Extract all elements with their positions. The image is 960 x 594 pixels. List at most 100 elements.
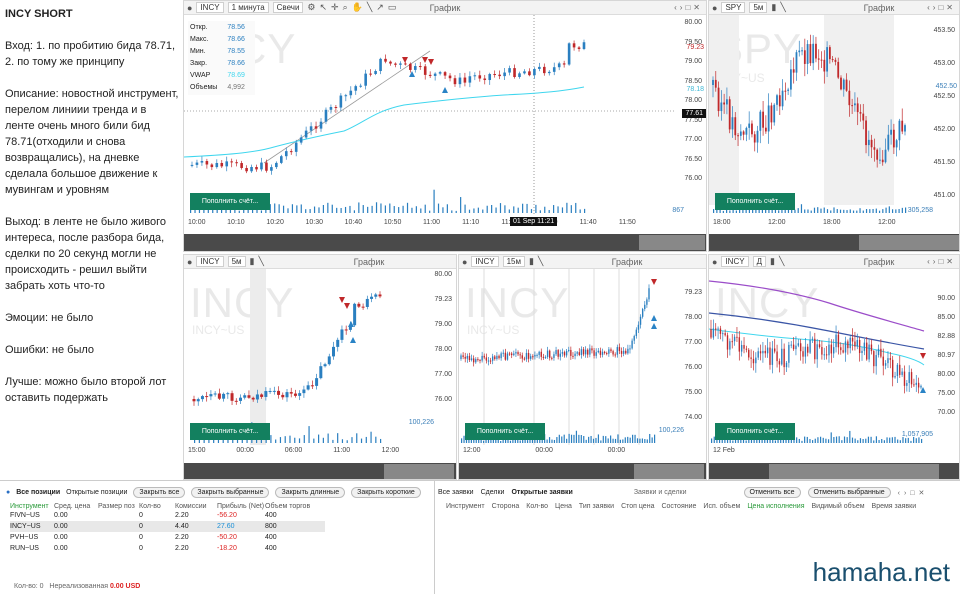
- line-icon[interactable]: ╲: [258, 256, 263, 267]
- line-icon[interactable]: ╲: [367, 2, 372, 13]
- window-controls-icon[interactable]: ‹›□✕: [927, 257, 956, 266]
- symbol-select[interactable]: INCY: [196, 256, 224, 267]
- column-header[interactable]: Прибыль (Net): [217, 503, 265, 510]
- volume-bar: [627, 436, 629, 443]
- column-header[interactable]: Стоп цена: [621, 503, 654, 510]
- link-icon[interactable]: ●: [187, 257, 192, 267]
- column-header[interactable]: Цена: [555, 503, 572, 510]
- spy-chart-svg[interactable]: [709, 15, 929, 215]
- candle: [544, 356, 547, 358]
- interval-select[interactable]: 5м: [227, 256, 246, 267]
- fund-account-button[interactable]: Пополнить счёт...: [715, 193, 795, 210]
- interval-select[interactable]: 1 минута: [227, 2, 269, 13]
- chart-type-select[interactable]: Свечи: [272, 2, 304, 13]
- column-header[interactable]: Исп. объем: [703, 503, 740, 510]
- tab-open-orders[interactable]: Открытые заявки: [511, 489, 572, 496]
- column-header[interactable]: Цена исполнения: [747, 503, 804, 510]
- arrow-icon[interactable]: ↗: [376, 2, 384, 13]
- cancel-selected-button[interactable]: Отменить выбранные: [807, 487, 891, 498]
- candle: [523, 71, 526, 74]
- close-selected-button[interactable]: Закрыть выбранные: [191, 487, 270, 498]
- window-controls-icon[interactable]: ‹›□✕: [927, 3, 956, 12]
- interval-select[interactable]: 15м: [502, 256, 525, 267]
- fund-account-button[interactable]: Пополнить счёт...: [190, 423, 270, 440]
- scrollbar[interactable]: [184, 463, 456, 479]
- line-icon[interactable]: ╲: [538, 256, 543, 267]
- close-long-button[interactable]: Закрыть длинные: [275, 487, 346, 498]
- scrollbar[interactable]: [709, 234, 959, 251]
- column-header[interactable]: Объем торгов: [265, 503, 325, 510]
- volume-bar: [854, 438, 856, 443]
- crosshair-icon[interactable]: ✛: [331, 2, 339, 13]
- scroll-thumb[interactable]: [634, 464, 704, 479]
- fund-account-button[interactable]: Пополнить счёт...: [190, 193, 270, 210]
- fund-account-button[interactable]: Пополнить счёт...: [465, 423, 545, 440]
- incy5-chart-svg[interactable]: [184, 269, 426, 445]
- symbol-select[interactable]: INCY: [471, 256, 499, 267]
- interval-select[interactable]: Д: [752, 256, 766, 267]
- indicators-icon[interactable]: ⚙: [307, 2, 315, 13]
- column-header[interactable]: Кол-во: [139, 503, 175, 510]
- column-header[interactable]: Сторона: [492, 503, 520, 510]
- candles-icon[interactable]: ▮: [770, 256, 775, 267]
- candles-icon[interactable]: ▮: [250, 256, 255, 267]
- candle: [751, 123, 753, 135]
- column-header[interactable]: Время заявки: [872, 503, 917, 510]
- close-all-button[interactable]: Закрыть все: [133, 487, 186, 498]
- column-header[interactable]: Размер поз: [98, 503, 139, 510]
- column-header[interactable]: Инструмент: [10, 503, 54, 510]
- candle: [240, 163, 243, 168]
- close-short-button[interactable]: Закрыть короткие: [351, 487, 421, 498]
- candles-icon[interactable]: ▮: [771, 2, 776, 13]
- column-header[interactable]: Тип заявки: [579, 503, 614, 510]
- scroll-thumb[interactable]: [384, 464, 454, 479]
- tab-all-positions[interactable]: Все позиции: [16, 489, 60, 496]
- line-icon[interactable]: ╲: [780, 2, 785, 13]
- tab-open-positions[interactable]: Открытые позиции: [66, 489, 127, 496]
- scrollbar[interactable]: [184, 234, 706, 251]
- window-controls-icon[interactable]: ‹›□✕: [674, 3, 703, 12]
- column-header[interactable]: Инструмент: [446, 503, 485, 510]
- volume-bar: [595, 437, 597, 443]
- symbol-select[interactable]: INCY: [196, 2, 224, 13]
- table-row[interactable]: INCY~US 0.00 0 4.40 27.60 800: [10, 521, 325, 532]
- incyd-chart-svg[interactable]: [709, 269, 929, 445]
- scrollbar[interactable]: [459, 463, 706, 479]
- table-row[interactable]: PVH~US 0.00 0 2.20 -50.20 400: [10, 532, 325, 543]
- window-controls-icon[interactable]: ‹›□✕: [898, 489, 929, 497]
- column-header[interactable]: Сред. цена: [54, 503, 98, 510]
- symbol-select[interactable]: SPY: [721, 2, 746, 13]
- column-header[interactable]: Состояние: [661, 503, 696, 510]
- interval-select[interactable]: 5м: [749, 2, 768, 13]
- scroll-thumb[interactable]: [639, 235, 705, 250]
- zoom-icon[interactable]: ⌕: [343, 2, 348, 13]
- hand-icon[interactable]: ✋: [352, 2, 363, 13]
- scrollbar[interactable]: [709, 463, 959, 479]
- scroll-thumb[interactable]: [859, 235, 959, 250]
- link-icon[interactable]: ●: [462, 257, 467, 267]
- column-header[interactable]: Видимый объем: [812, 503, 865, 510]
- column-header[interactable]: Комиссии: [175, 503, 217, 510]
- link-icon[interactable]: ●: [712, 257, 717, 267]
- volume-bar: [289, 435, 291, 443]
- tab-trades[interactable]: Сделки: [481, 489, 505, 496]
- link-icon[interactable]: ●: [187, 3, 192, 13]
- table-row[interactable]: RUN~US 0.00 0 2.20 -18.20 400: [10, 543, 325, 554]
- link-icon[interactable]: ●: [712, 3, 717, 13]
- scroll-thumb[interactable]: [769, 464, 939, 479]
- table-row[interactable]: FIVN~US 0.00 0 2.20 -56.20 400: [10, 510, 325, 521]
- volume-bar: [806, 436, 808, 443]
- column-header[interactable]: Кол-во: [526, 503, 548, 510]
- candles-icon[interactable]: ▮: [529, 256, 534, 267]
- candle: [595, 352, 597, 356]
- line-icon[interactable]: ╲: [779, 256, 784, 267]
- cursor-icon[interactable]: ↖: [320, 2, 328, 13]
- tab-all-orders[interactable]: Все заявки: [438, 489, 474, 496]
- symbol-select[interactable]: INCY: [721, 256, 749, 267]
- candle: [409, 63, 412, 70]
- rect-icon[interactable]: ▭: [388, 2, 397, 13]
- cancel-all-button[interactable]: Отменить все: [743, 487, 801, 498]
- fund-account-button[interactable]: Пополнить счёт...: [715, 423, 795, 440]
- volume-bar: [870, 436, 872, 443]
- incy15-chart-svg[interactable]: [459, 269, 676, 445]
